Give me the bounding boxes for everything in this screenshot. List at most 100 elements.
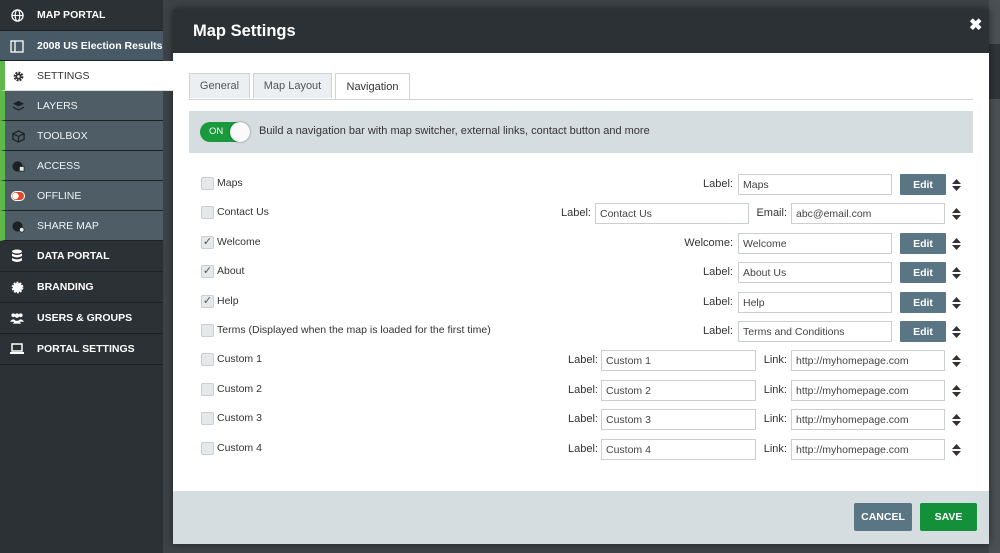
custom-1-label-input[interactable] [601,350,756,371]
close-icon[interactable]: ✖ [969,15,982,35]
sort-handle-icon[interactable] [952,444,961,456]
globe-icon [10,8,24,22]
custom-2-label-input[interactable] [601,380,756,401]
toggle-state: ON [209,126,224,137]
field-label: Label: [568,443,598,455]
custom-1-link-input[interactable] [791,350,945,371]
toggle-description: Build a navigation bar with map switcher… [259,125,650,137]
email-label: Email: [756,207,787,219]
sidebar-item-settings[interactable]: SETTINGS [0,61,174,91]
sidebar-item-portal-settings[interactable]: PORTAL SETTINGS [0,334,163,365]
welcome-edit-button[interactable]: Edit [900,233,946,254]
field-label: Label: [568,413,598,425]
dialog-header: Map Settings ✖ [173,9,989,53]
field-label: Label: [568,384,598,396]
share-globe-icon [11,219,25,233]
row-label: About [217,265,245,277]
help-edit-button[interactable]: Edit [900,292,946,313]
sidebar-item-users-groups[interactable]: USERS & GROUPS [0,303,163,334]
sort-handle-icon[interactable] [952,297,961,309]
tab-bar: General Map Layout Navigation [189,73,973,100]
custom-4-link-input[interactable] [791,439,945,460]
nav-row-terms: Terms (Displayed when the map is loaded … [201,321,961,343]
custom-3-link-input[interactable] [791,409,945,430]
link-label: Link: [763,354,787,366]
sidebar-item-share-map[interactable]: SHARE MAP [0,211,163,241]
cancel-button[interactable]: CANCEL [854,503,912,531]
nav-row-help: ✓ Help Label: Edit [201,292,961,314]
about-edit-button[interactable]: Edit [900,262,946,283]
database-icon [10,249,24,263]
help-label-input[interactable] [738,292,892,313]
field-label: Welcome: [684,237,733,249]
sidebar-item-branding[interactable]: BRANDING [0,272,163,303]
sidebar-item-access[interactable]: ACCESS [0,151,163,181]
tab-navigation[interactable]: Navigation [335,73,410,99]
field-label: Label: [703,325,733,337]
custom-3-label-input[interactable] [601,409,756,430]
link-label: Link: [763,384,787,396]
nav-row-welcome: ✓ Welcome Welcome: Edit [201,233,961,255]
sort-handle-icon[interactable] [952,355,961,367]
terms-checkbox[interactable] [201,324,214,337]
help-checkbox[interactable]: ✓ [201,295,214,308]
maps-checkbox[interactable] [201,177,214,190]
tab-map-layout[interactable]: Map Layout [253,73,332,98]
row-label: Custom 4 [217,442,262,454]
sidebar-item-map-portal[interactable]: MAP PORTAL [0,0,163,31]
dialog-title: Map Settings [193,22,296,40]
row-label: Terms (Displayed when the map is loaded … [217,324,491,336]
nav-row-custom-4: Custom 4 Label: Link: [201,439,961,461]
field-label: Label: [703,296,733,308]
sidebar-item-map[interactable]: 2008 US Election Results... [0,31,163,61]
sidebar-item-layers[interactable]: LAYERS [0,91,163,121]
welcome-input[interactable] [738,233,892,254]
maps-edit-button[interactable]: Edit [900,174,946,195]
sort-handle-icon[interactable] [952,414,961,426]
link-label: Link: [763,413,787,425]
save-button[interactable]: SAVE [920,503,977,531]
sort-handle-icon[interactable] [952,385,961,397]
contact-us-checkbox[interactable] [201,206,214,219]
custom-3-checkbox[interactable] [201,412,214,425]
contact-email-input[interactable] [791,203,945,224]
custom-2-link-input[interactable] [791,380,945,401]
custom-4-checkbox[interactable] [201,442,214,455]
sort-handle-icon[interactable] [952,208,961,220]
terms-label-input[interactable] [738,321,892,342]
maps-label-input[interactable] [738,174,892,195]
toggle-knob [230,122,250,142]
sidebar-item-label: 2008 US Election Results... [37,39,163,52]
badge-icon [10,280,24,294]
tab-general[interactable]: General [189,73,250,98]
sort-handle-icon[interactable] [952,238,961,250]
sidebar-item-data-portal[interactable]: DATA PORTAL [0,241,163,272]
nav-row-contact-us: Contact Us Label: Email: [201,203,961,225]
about-checkbox[interactable]: ✓ [201,265,214,278]
sort-handle-icon[interactable] [952,267,961,279]
map-panel-icon [10,39,24,53]
custom-2-checkbox[interactable] [201,383,214,396]
field-label: Label: [703,266,733,278]
gear-icon [11,69,25,83]
row-label: Maps [217,177,243,189]
nav-row-custom-1: Custom 1 Label: Link: [201,350,961,372]
contact-us-label-input[interactable] [595,203,749,224]
nav-row-about: ✓ About Label: Edit [201,262,961,284]
custom-4-label-input[interactable] [601,439,756,460]
sort-handle-icon[interactable] [952,179,961,191]
sidebar: MAP PORTAL 2008 US Election Results... S… [0,0,174,553]
navigation-toggle[interactable]: ON [200,122,250,142]
field-label: Label: [561,207,591,219]
row-label: Contact Us [217,206,269,218]
row-label: Custom 2 [217,383,262,395]
terms-edit-button[interactable]: Edit [900,321,946,342]
custom-1-checkbox[interactable] [201,353,214,366]
welcome-checkbox[interactable]: ✓ [201,236,214,249]
sidebar-item-toolbox[interactable]: TOOLBOX [0,121,163,151]
about-label-input[interactable] [738,262,892,283]
dialog-footer: CANCEL SAVE [173,491,989,544]
sort-handle-icon[interactable] [952,326,961,338]
sidebar-item-offline[interactable]: OFFLINE [0,181,163,211]
background-strip [989,0,1000,553]
